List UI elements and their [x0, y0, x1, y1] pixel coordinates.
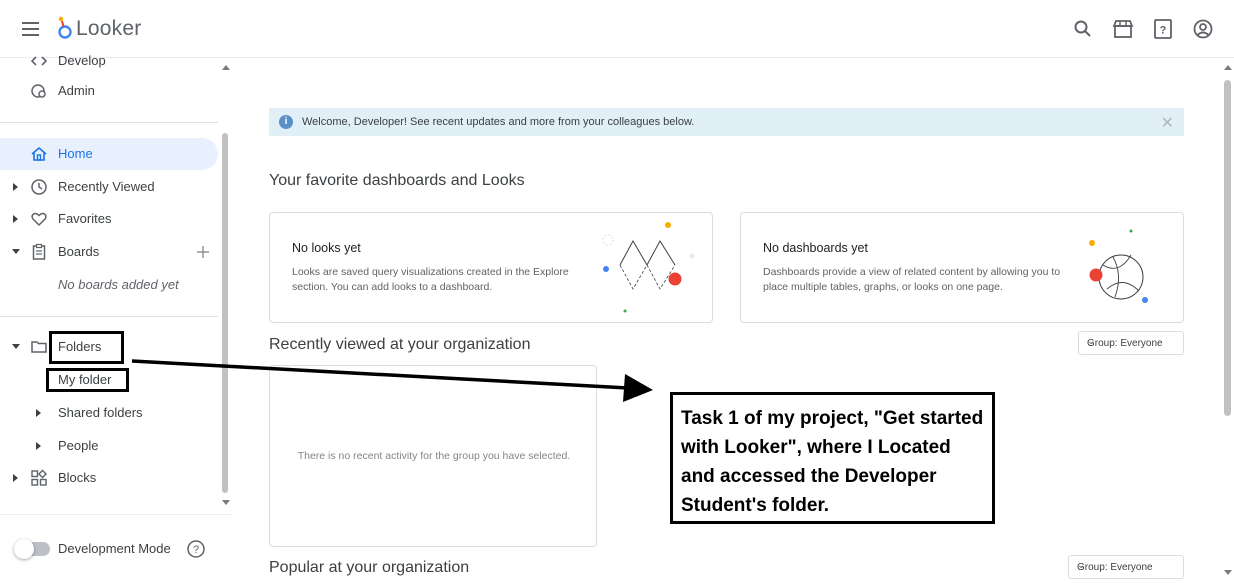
sidebar-scrollbar-thumb[interactable]	[222, 133, 228, 493]
popular-title: Popular at your organization	[269, 559, 470, 576]
scroll-up-icon[interactable]	[1224, 65, 1232, 70]
sidebar-item-people[interactable]: People	[0, 430, 218, 462]
help-icon[interactable]: ?	[1151, 17, 1175, 41]
chevron-down-icon[interactable]	[12, 249, 20, 254]
toggle-knob	[14, 539, 34, 559]
chevron-right-icon[interactable]	[13, 215, 18, 223]
recent-empty-message: There is no recent activity for the grou…	[297, 450, 571, 462]
sidebar-item-blocks[interactable]: Blocks	[0, 462, 218, 494]
chevron-down-icon: ⌄	[1077, 560, 1086, 571]
help-circle-icon[interactable]: ?	[186, 539, 206, 559]
annotation-arrow-icon	[131, 359, 653, 402]
divider	[0, 122, 218, 123]
sidebar-item-label: Shared folders	[58, 405, 143, 420]
my-folder-highlight-box	[46, 368, 129, 392]
development-mode-toggle[interactable]	[14, 539, 50, 559]
sidebar-item-favorites[interactable]: Favorites	[0, 203, 218, 235]
sidebar-item-label: People	[58, 438, 99, 453]
sidebar-item-label: Admin	[58, 83, 95, 98]
dashboards-card: No dashboards yet Dashboards provide a v…	[740, 212, 1184, 323]
sidebar-item-home[interactable]: Home	[0, 138, 218, 170]
main-scrollbar-thumb[interactable]	[1224, 80, 1231, 416]
sidebar-item-label: Develop	[58, 53, 106, 68]
marketplace-icon[interactable]	[1111, 17, 1135, 41]
sidebar-item-admin[interactable]: Admin	[0, 75, 218, 107]
home-icon	[31, 146, 47, 161]
boards-empty-text: No boards added yet	[58, 277, 179, 292]
popular-group-select[interactable]: Group: Everyone ⌄	[1068, 555, 1184, 579]
chevron-right-icon[interactable]	[36, 409, 41, 417]
search-icon[interactable]	[1071, 17, 1095, 41]
looks-card-title: No looks yet	[292, 241, 361, 255]
looker-logo-icon	[58, 16, 72, 39]
favorites-title: Your favorite dashboards and Looks	[269, 172, 525, 189]
looks-card-description: Looks are saved query visualizations cre…	[292, 266, 569, 293]
svg-text:?: ?	[193, 544, 199, 556]
sidebar-item-develop[interactable]: Develop	[0, 45, 218, 77]
clipboard-icon	[32, 243, 46, 260]
folder-icon	[31, 341, 47, 353]
chevron-right-icon[interactable]	[36, 442, 41, 450]
chevron-down-icon: ⌄	[1087, 336, 1096, 347]
divider	[0, 316, 218, 317]
sidebar-item-label: Blocks	[58, 470, 97, 485]
info-icon: i	[279, 115, 293, 129]
sidebar-item-label: Favorites	[58, 211, 112, 226]
app-logo-text: Looker	[76, 17, 142, 40]
chevron-right-icon[interactable]	[13, 183, 18, 191]
recent-group-select[interactable]: Group: Everyone ⌄	[1078, 331, 1184, 355]
scroll-down-icon[interactable]	[1224, 570, 1232, 575]
welcome-banner-text: Welcome, Developer! See recent updates a…	[302, 116, 695, 128]
blocks-icon	[31, 469, 48, 486]
sidebar-item-label: Home	[58, 146, 93, 161]
sidebar: Develop Admin Home Recently Viewed Favor…	[0, 53, 232, 583]
chevron-right-icon[interactable]	[13, 474, 18, 482]
sidebar-item-boards[interactable]: Boards	[0, 236, 218, 268]
account-icon[interactable]	[1191, 17, 1215, 41]
divider	[0, 514, 232, 515]
annotation-text: Task 1 of my project, "Get started with …	[681, 408, 984, 516]
menu-icon[interactable]	[22, 22, 39, 36]
admin-icon	[31, 84, 46, 98]
development-mode-label: Development Mode	[58, 541, 171, 556]
svg-text:?: ?	[1160, 25, 1167, 37]
folders-highlight-box	[49, 331, 124, 364]
annotation-callout: Task 1 of my project, "Get started with …	[670, 392, 995, 524]
clock-icon	[31, 179, 47, 195]
dashboards-card-title: No dashboards yet	[763, 241, 868, 255]
dashboards-card-description: Dashboards provide a view of related con…	[763, 266, 1061, 293]
looks-illustration-icon	[602, 222, 695, 313]
scroll-up-icon[interactable]	[222, 65, 230, 70]
sidebar-item-label: Boards	[58, 244, 100, 259]
sidebar-item-recently-viewed[interactable]: Recently Viewed	[0, 171, 218, 203]
chevron-down-icon[interactable]	[12, 344, 20, 349]
add-board-icon[interactable]	[196, 245, 210, 259]
welcome-banner: i Welcome, Developer! See recent updates…	[269, 108, 1184, 136]
dashboards-illustration-icon	[1089, 229, 1148, 303]
scroll-down-icon[interactable]	[222, 500, 230, 505]
looks-card: No looks yet Looks are saved query visua…	[269, 212, 713, 323]
sidebar-item-label: Recently Viewed	[58, 179, 155, 194]
close-icon[interactable]: ✕	[1161, 113, 1174, 133]
heart-icon	[31, 212, 47, 227]
code-icon	[30, 56, 48, 66]
